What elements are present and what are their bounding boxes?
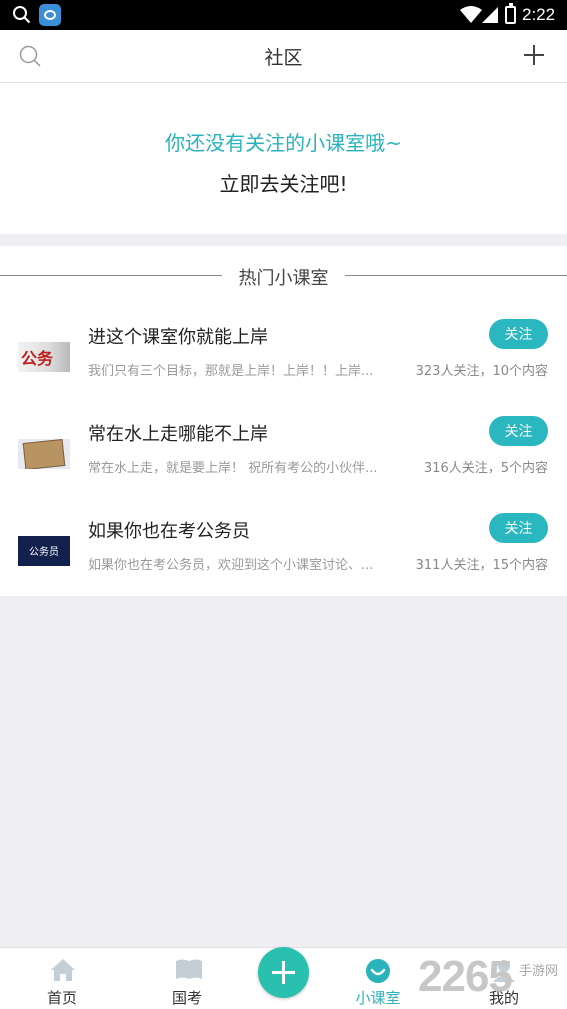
classroom-thumbnail [18,439,70,469]
signal-icon [482,7,498,27]
tab-label: 国考 [171,989,202,1007]
watermark-text: 手游网 [519,964,559,979]
watermark-number: 2265 [418,952,513,1001]
tab-home[interactable]: 首页 [7,948,117,1009]
smile-icon [365,958,391,988]
classroom-stats: 323人关注，10个内容 [415,364,548,379]
classroom-name: 进这个课室你就能上岸 [88,327,268,348]
classroom-description: 常在水上走，就是要上岸！ 祝所有考公的小伙伴... [88,461,378,476]
wifi-icon [460,6,482,27]
site-watermark: 2265 手游网 [418,952,567,1004]
tab-label: 小课室 [355,989,401,1007]
classroom-description: 我们只有三个目标，那就是上岸！上岸！！上岸... [88,364,374,379]
classroom-name: 如果你也在考公务员 [88,521,250,542]
follow-now-link[interactable]: 立即去关注吧! [0,168,567,197]
plus-icon[interactable] [522,43,546,71]
follow-button[interactable]: 关注 [489,319,548,349]
classroom-stats: 316人关注，5个内容 [423,461,548,476]
status-time: 2:22 [522,5,556,24]
classroom-item[interactable]: 常在水上走哪能不上岸 常在水上走，就是要上岸！ 祝所有考公的小伙伴... 316… [0,407,567,504]
classroom-thumbnail: 公务 [18,342,70,372]
battery-icon [505,3,516,24]
page-title: 社区 [264,47,303,69]
empty-message: 你还没有关注的小课室哦~ [165,131,402,155]
classroom-item[interactable]: 公务 进这个课室你就能上岸 我们只有三个目标，那就是上岸！上岸！！上岸... 3… [0,310,567,407]
home-icon [50,958,76,986]
search-icon [12,5,31,28]
follow-button[interactable]: 关注 [489,416,548,446]
empty-follow-prompt: 你还没有关注的小课室哦~ 立即去关注吧! [0,83,567,234]
status-bar: 2:22 [0,0,567,30]
classroom-stats: 311人关注，15个内容 [415,558,548,573]
divider [345,275,567,276]
follow-button[interactable]: 关注 [489,513,548,543]
hot-classrooms-section: 热门小课室 公务 进这个课室你就能上岸 我们只有三个目标，那就是上岸！上岸！！上… [0,246,567,596]
classroom-item[interactable]: 公务员 如果你也在考公务员 如果你也在考公务员，欢迎到这个小课室讨论、... 3… [0,504,567,601]
tab-classroom[interactable]: 小课室 [323,948,433,1009]
classroom-name: 常在水上走哪能不上岸 [88,424,268,445]
book-icon [175,958,203,984]
tab-label: 首页 [46,989,77,1007]
header-bar: 社区 [0,30,567,83]
center-add-button[interactable] [258,947,309,998]
section-title: 热门小课室 [238,268,329,289]
app-icon [39,4,61,26]
classroom-description: 如果你也在考公务员，欢迎到这个小课室讨论、... [88,558,374,573]
classroom-thumbnail: 公务员 [18,536,70,566]
divider [0,275,222,276]
tab-national-exam[interactable]: 国考 [132,948,242,1009]
